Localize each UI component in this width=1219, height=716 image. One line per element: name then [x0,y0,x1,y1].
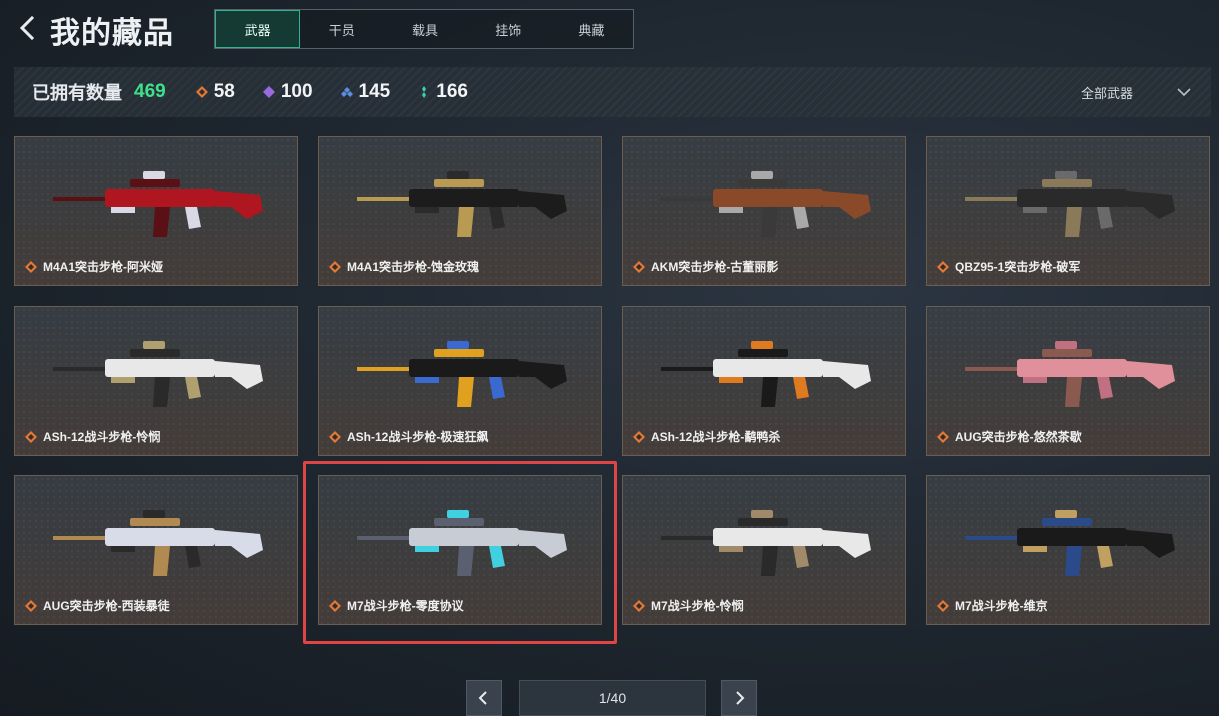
blue-diamond-icon [340,87,353,97]
weapon-card-label: ASh-12战斗步枪-极速狂飙 [329,428,488,445]
tab-weapons[interactable]: 武器 [215,10,301,48]
rarity-stat-purple: 100 [262,81,313,103]
owned-count-label: 已拥有数量 [32,83,122,103]
weapon-image [357,341,567,407]
weapon-card-label: AKM突击步枪-古董丽影 [633,258,778,275]
weapon-card-label: M4A1突击步枪-阿米娅 [25,258,163,275]
weapon-name: M4A1突击步枪-蚀金玫瑰 [347,260,480,274]
weapon-image [53,341,263,407]
next-page-button[interactable] [721,680,757,716]
rarity-count-blue: 145 [358,81,391,102]
weapon-card-label: M4A1突击步枪-蚀金玫瑰 [329,258,479,275]
weapon-image [965,171,1175,237]
rarity-diamond-icon [25,260,37,273]
weapon-name: AUG突击步枪-悠然茶歇 [955,430,1082,444]
weapon-name: ASh-12战斗步枪-极速狂飙 [347,430,489,444]
purple-diamond-icon [262,86,275,98]
weapon-name: ASh-12战斗步枪-鹬鸭杀 [651,430,781,444]
weapon-card[interactable]: AUG突击步枪-西装暴徒 [14,475,298,625]
weapon-name: AUG突击步枪-西装暴徒 [43,599,170,613]
weapon-card[interactable]: QBZ95-1突击步枪-破军 [926,136,1210,286]
weapon-filter-value: 全部武器 [1080,85,1133,101]
back-arrow-icon[interactable] [14,14,42,42]
rarity-diamond-icon [633,599,645,612]
weapon-card[interactable]: AKM突击步枪-古董丽影 [622,136,906,286]
weapon-name: M7战斗步枪-零度协议 [347,599,464,613]
weapon-card-label: M7战斗步枪-零度协议 [329,597,464,614]
rarity-diamond-icon [937,599,949,612]
tab-operators[interactable]: 干员 [300,10,383,48]
weapon-card-label: M7战斗步枪-维京 [937,597,1048,614]
chevron-down-icon [1177,88,1191,97]
weapon-card-label: AUG突击步枪-西装暴徒 [25,597,170,614]
weapon-name: ASh-12战斗步枪-怜悯 [43,430,161,444]
rarity-stat-blue: 145 [340,81,391,103]
weapon-card-label: ASh-12战斗步枪-怜悯 [25,428,160,445]
weapon-name: M7战斗步枪-怜悯 [651,599,744,613]
page-title: 我的藏品 [50,17,174,50]
weapon-card[interactable]: M7战斗步枪-维京 [926,475,1210,625]
weapon-card-label: ASh-12战斗步枪-鹬鸭杀 [633,428,780,445]
weapon-card[interactable]: M4A1突击步枪-蚀金玫瑰 [318,136,602,286]
category-tabs: 武器 干员 载具 挂饰 典藏 [214,9,634,49]
weapon-card[interactable]: ASh-12战斗步枪-鹬鸭杀 [622,306,906,456]
rarity-count-purple: 100 [280,81,313,102]
rarity-diamond-icon [633,430,645,443]
weapon-card[interactable]: AUG突击步枪-悠然茶歇 [926,306,1210,456]
weapon-image [53,510,263,576]
rarity-diamond-icon [25,599,37,612]
weapon-name: M4A1突击步枪-阿米娅 [43,260,164,274]
weapon-image [357,171,567,237]
teal-diamond-icon [422,86,427,98]
weapon-card[interactable]: ASh-12战斗步枪-怜悯 [14,306,298,456]
owned-count-value: 469 [134,81,166,102]
weapon-image [661,171,871,237]
weapon-image [357,510,567,576]
weapon-image [53,171,263,237]
rarity-stat-teal: 166 [418,81,468,103]
weapon-card[interactable]: M4A1突击步枪-阿米娅 [14,136,298,286]
weapon-image [661,341,871,407]
rarity-count-orange: 58 [213,81,235,102]
rarity-diamond-icon [937,260,949,273]
weapon-card-label: M7战斗步枪-怜悯 [633,597,744,614]
weapon-image [661,510,871,576]
rarity-count-teal: 166 [436,81,468,102]
weapon-card[interactable]: M7战斗步枪-零度协议 [318,475,602,625]
orange-diamond-icon [195,86,208,98]
page-indicator: 1/40 [519,680,706,716]
tab-vehicles[interactable]: 载具 [383,10,466,48]
chevron-right-icon [736,691,745,705]
rarity-diamond-icon [329,430,341,443]
rarity-diamond-icon [329,260,341,273]
weapon-card[interactable]: ASh-12战斗步枪-极速狂飙 [318,306,602,456]
weapon-filter-dropdown[interactable]: 全部武器 [1081,67,1193,117]
tab-charms[interactable]: 挂饰 [467,10,550,48]
weapon-image [965,510,1175,576]
tab-collection[interactable]: 典藏 [550,10,633,48]
weapon-name: QBZ95-1突击步枪-破军 [955,260,1081,274]
rarity-diamond-icon [937,430,949,443]
weapon-name: AKM突击步枪-古董丽影 [651,260,779,274]
previous-page-button[interactable] [466,680,502,716]
weapon-image [965,341,1175,407]
rarity-stat-orange: 58 [195,81,235,103]
weapon-card-label: AUG突击步枪-悠然茶歇 [937,428,1082,445]
collection-stats-bar: 已拥有数量 469 58 100 145 166 全部武器 [14,67,1211,117]
weapon-card-label: QBZ95-1突击步枪-破军 [937,258,1080,275]
weapon-card[interactable]: M7战斗步枪-怜悯 [622,475,906,625]
rarity-diamond-icon [25,430,37,443]
chevron-left-icon [478,691,487,705]
rarity-diamond-icon [633,260,645,273]
rarity-diamond-icon [329,599,341,612]
weapon-name: M7战斗步枪-维京 [955,599,1048,613]
